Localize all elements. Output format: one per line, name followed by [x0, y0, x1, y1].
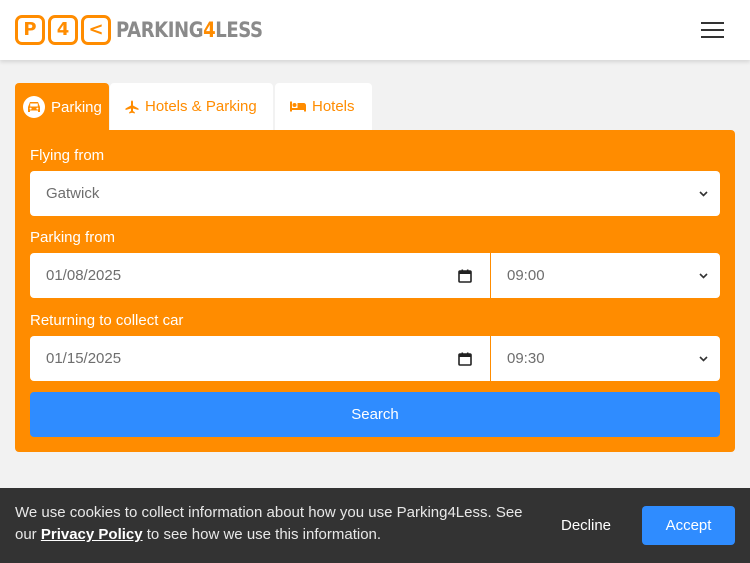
search-button[interactable]: Search: [30, 392, 720, 437]
plane-icon: [125, 100, 139, 114]
returning-date-value: 01/15/2025: [46, 350, 122, 367]
logo-wordmark: PARKING4LESS: [116, 18, 263, 42]
bed-icon: [290, 101, 306, 112]
logo-letter-4: 4: [48, 15, 78, 45]
tab-hotels-and-parking-label: Hotels & Parking: [145, 98, 257, 115]
parking-from-date-input[interactable]: 01/08/2025: [30, 253, 490, 298]
privacy-policy-link[interactable]: Privacy Policy: [41, 526, 143, 543]
chevron-down-icon: [696, 355, 710, 362]
hamburger-menu-icon[interactable]: [701, 21, 724, 39]
returning-time-select[interactable]: 09:30: [491, 336, 720, 381]
parking-from-label: Parking from: [30, 229, 116, 246]
returning-label: Returning to collect car: [30, 312, 184, 329]
tab-parking-label: Parking: [51, 98, 102, 116]
tab-hotels[interactable]: Hotels: [275, 83, 372, 130]
parking-search-form: Flying from Gatwick Parking from 01/08/2…: [15, 130, 735, 452]
parking-from-time-value: 09:00: [507, 267, 545, 284]
cookie-message: We use cookies to collect information ab…: [15, 502, 535, 546]
accept-button[interactable]: Accept: [642, 506, 735, 545]
tab-hotels-and-parking[interactable]: Hotels & Parking: [110, 83, 273, 130]
flying-from-select[interactable]: Gatwick: [30, 171, 720, 216]
parking-from-time-select[interactable]: 09:00: [491, 253, 720, 298]
cookie-banner: We use cookies to collect information ab…: [0, 488, 750, 563]
parking-from-date-value: 01/08/2025: [46, 267, 122, 284]
logo-letter-less-than: <: [81, 15, 111, 45]
returning-date-input[interactable]: 01/15/2025: [30, 336, 490, 381]
tab-parking[interactable]: Parking: [15, 83, 109, 131]
chevron-down-icon: [696, 190, 710, 197]
flying-from-label: Flying from: [30, 147, 105, 164]
logo-word-parking: PARKING: [116, 18, 204, 42]
parking4less-logo[interactable]: P 4 < PARKING4LESS: [15, 14, 286, 46]
decline-button[interactable]: Decline: [545, 506, 627, 545]
site-header: P 4 < PARKING4LESS: [0, 0, 750, 60]
returning-time-value: 09:30: [507, 350, 545, 367]
calendar-icon[interactable]: [458, 352, 472, 366]
logo-word-less: LESS: [215, 18, 263, 42]
calendar-icon[interactable]: [458, 269, 472, 283]
chevron-down-icon: [696, 272, 710, 279]
logo-word-four: 4: [203, 18, 216, 42]
logo-letter-p: P: [15, 15, 45, 45]
flying-from-value: Gatwick: [46, 185, 100, 202]
car-icon: [23, 96, 45, 118]
tab-hotels-label: Hotels: [312, 98, 355, 115]
cookie-text-after: to see how we use this information.: [142, 526, 382, 543]
